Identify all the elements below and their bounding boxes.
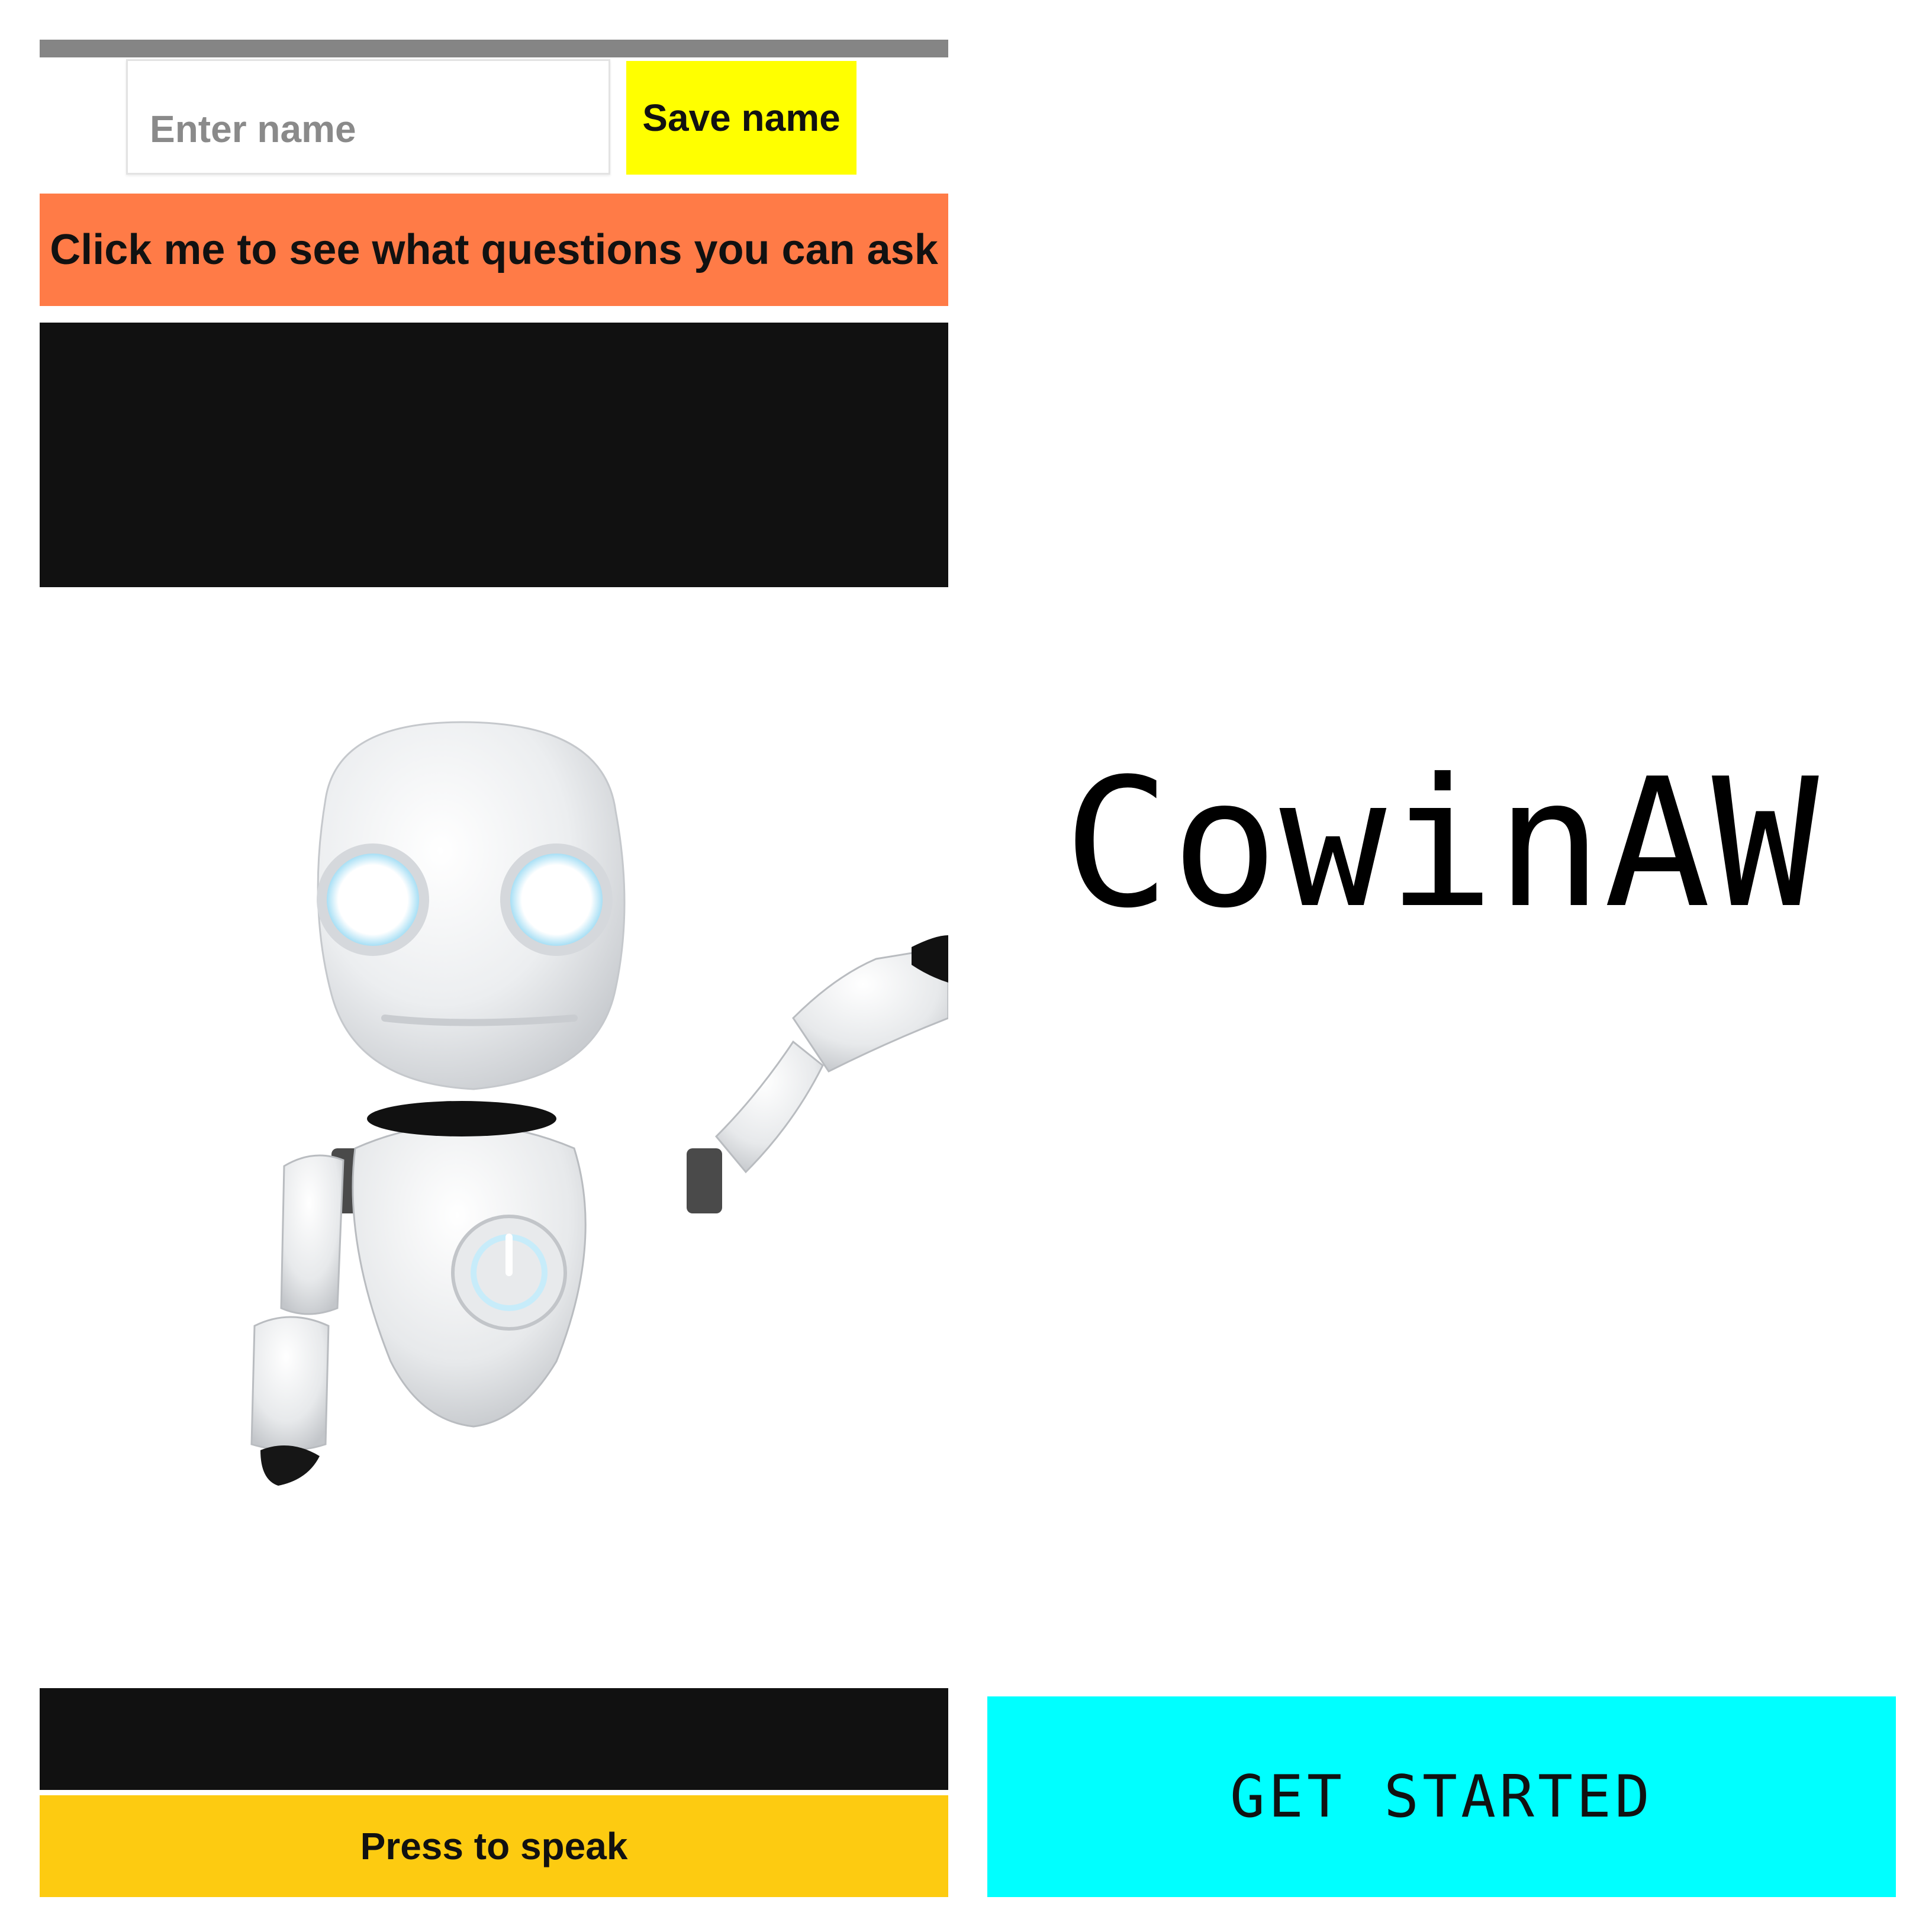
robot-left-arm: [250, 1148, 367, 1486]
see-questions-label: Click me to see what questions you can a…: [50, 226, 938, 273]
press-to-speak-label: Press to speak: [360, 1825, 628, 1867]
response-display-panel: [40, 323, 948, 587]
save-name-label: Save name: [642, 96, 841, 139]
robot-head: [317, 721, 626, 1090]
see-questions-button[interactable]: Click me to see what questions you can a…: [40, 194, 948, 306]
robot-mascot-image: [250, 721, 948, 1486]
save-name-button[interactable]: Save name: [626, 61, 856, 175]
top-bar: [40, 40, 948, 57]
transcript-display-panel: [40, 1688, 948, 1790]
press-to-speak-button[interactable]: Press to speak: [40, 1795, 948, 1897]
get-started-button[interactable]: GET STARTED: [987, 1696, 1896, 1897]
app-title: CowinAW: [1063, 740, 1820, 947]
name-input[interactable]: [126, 59, 610, 175]
power-icon: [451, 1215, 567, 1331]
robot-right-arm: [687, 935, 948, 1213]
get-started-label: GET STARTED: [1229, 1763, 1653, 1831]
